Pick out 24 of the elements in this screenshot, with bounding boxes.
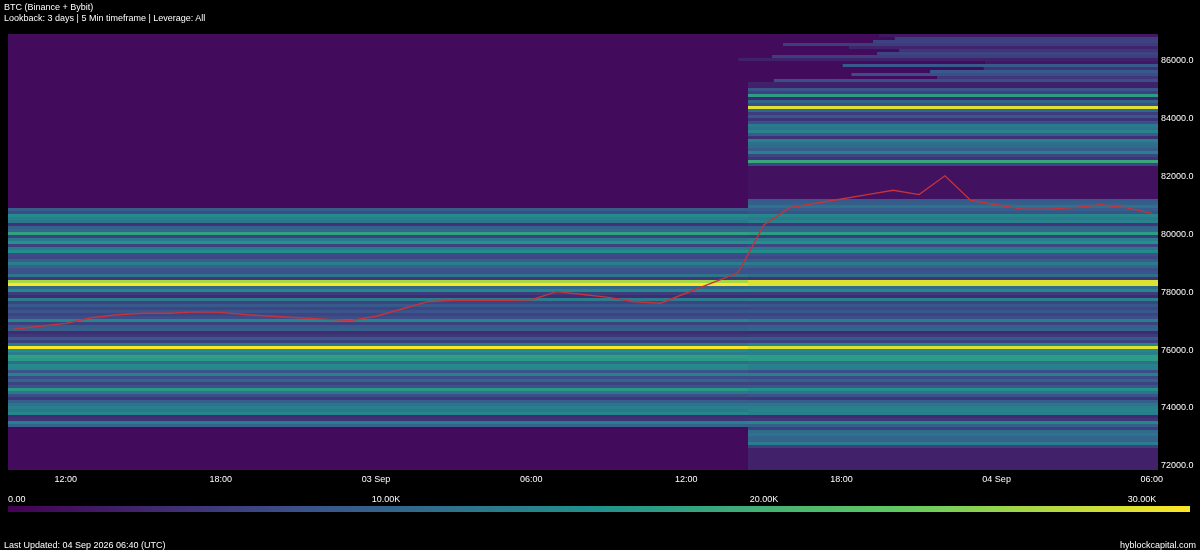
x-axis-label: 12:00 [54,474,77,484]
x-axis-label: 18:00 [209,474,233,484]
x-axis-label: 12:00 [675,474,698,484]
y-axis-label: 76000.0 [1161,344,1194,355]
y-axis-label: 86000.0 [1161,55,1194,65]
colorbar-label: 10.00K [371,494,401,504]
y-axis-label: 74000.0 [1161,402,1194,413]
colorbar-label: 0.00 [8,494,26,504]
source-text: hyblockcapital.com [1119,540,1196,550]
x-axis-label: 03 Sep [361,474,391,484]
last-updated-text: Last Updated: 04 Sep 2026 06:40 (UTC) [4,540,166,550]
y-axis-label: 78000.0 [1161,286,1194,297]
chart-title: BTC (Binance + Bybit) [4,2,95,13]
colorbar-label: 30.00K [1127,494,1157,504]
x-axis-label: 18:00 [830,474,853,484]
chart-subtitle: Lookback: 3 days | 5 Min timeframe | Leverage: All [4,13,207,24]
colorbar-label: 20.00K [749,494,779,504]
x-axis-label: 06:00 [519,474,543,484]
y-axis-label: 82000.0 [1161,170,1194,181]
y-axis-label: 84000.0 [1161,112,1194,123]
x-axis-label: 04 Sep [982,474,1011,484]
x-axis-label: 06:00 [1140,474,1164,484]
y-axis-label: 80000.0 [1161,228,1194,239]
y-axis-label: 72000.0 [1161,460,1194,471]
